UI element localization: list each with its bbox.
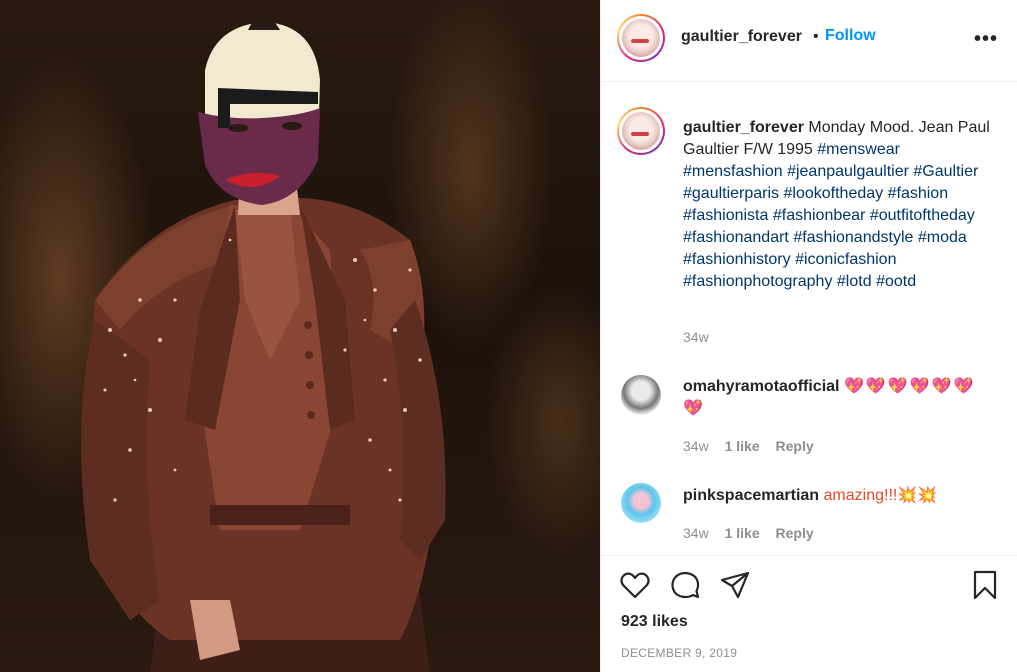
hashtag-link[interactable]: #outfitoftheday (870, 207, 975, 224)
post-header: gaultier_forever • Follow ••• (601, 0, 1017, 82)
post-side-panel: gaultier_forever • Follow ••• gaultier_f… (600, 0, 1017, 672)
reply-button[interactable]: Reply (776, 525, 814, 541)
comment-meta: 34w 1 like Reply (683, 438, 826, 454)
caption-avatar[interactable] (617, 107, 665, 155)
comment-username[interactable]: pinkspacemartian (683, 487, 819, 504)
comment-icon[interactable] (669, 569, 701, 601)
avatar[interactable] (621, 483, 661, 523)
follow-button[interactable]: Follow (825, 27, 876, 45)
likes-count[interactable]: 923 likes (621, 613, 688, 631)
more-options-icon[interactable]: ••• (974, 29, 998, 49)
caption-meta: 34w (683, 329, 721, 345)
post-image[interactable] (0, 0, 600, 672)
hashtag-list: #menswear #mensfashion #jeanpaulgaultier… (683, 141, 978, 290)
hashtag-link[interactable]: #iconicfashion (795, 251, 896, 268)
separator-dot: • (813, 28, 819, 45)
comment-username[interactable]: omahyramotaofficial (683, 378, 839, 395)
heart-icon[interactable] (619, 569, 651, 601)
hashtag-link[interactable]: #ootd (876, 273, 916, 290)
caption-text: gaultier_forever Monday Mood. Jean Paul … (683, 117, 993, 293)
comment-text: pinkspacemartian amazing!!!💥💥 (683, 485, 983, 507)
post-date[interactable]: DECEMBER 9, 2019 (621, 646, 737, 660)
post-actions: 923 likes DECEMBER 9, 2019 (601, 557, 1017, 672)
hashtag-link[interactable]: #fashionhistory (683, 251, 791, 268)
hashtag-link[interactable]: #fashionphotography (683, 273, 832, 290)
comment-text: omahyramotaofficial 💖💖💖💖💖💖💖 (683, 376, 983, 420)
hashtag-link[interactable]: #fashionbear (773, 207, 866, 224)
reply-button[interactable]: Reply (776, 438, 814, 454)
comment-time[interactable]: 34w (683, 438, 709, 454)
comment-likes[interactable]: 1 like (725, 438, 760, 454)
hashtag-link[interactable]: #mensfashion (683, 163, 783, 180)
hashtag-link[interactable]: #fashionandart (683, 229, 789, 246)
avatar[interactable] (621, 375, 661, 415)
hashtag-link[interactable]: #fashionandstyle (793, 229, 913, 246)
header-username[interactable]: gaultier_forever (681, 28, 802, 46)
hashtag-link[interactable]: #fashionista (683, 207, 768, 224)
hashtag-link[interactable]: #menswear (817, 141, 900, 158)
post-image-illustration (81, 15, 446, 672)
comment-meta: 34w 1 like Reply (683, 525, 826, 541)
comments-list: gaultier_forever Monday Mood. Jean Paul … (601, 83, 1017, 556)
send-icon[interactable] (719, 569, 751, 601)
hashtag-link[interactable]: #gaultierparis (683, 185, 779, 202)
hashtag-link[interactable]: #Gaultier (913, 163, 978, 180)
hashtag-link[interactable]: #moda (918, 229, 967, 246)
hashtag-link[interactable]: #fashion (888, 185, 949, 202)
hashtag-link[interactable]: #jeanpaulgaultier (787, 163, 909, 180)
comment-body: amazing!!!💥💥 (823, 487, 938, 504)
hashtag-link[interactable]: #lookoftheday (784, 185, 884, 202)
comment-time[interactable]: 34w (683, 525, 709, 541)
caption-username[interactable]: gaultier_forever (683, 119, 804, 136)
comment-likes[interactable]: 1 like (725, 525, 760, 541)
avatar[interactable] (617, 14, 665, 62)
bookmark-icon[interactable] (969, 569, 1001, 601)
hashtag-link[interactable]: #lotd (837, 273, 872, 290)
caption-time[interactable]: 34w (683, 329, 709, 345)
